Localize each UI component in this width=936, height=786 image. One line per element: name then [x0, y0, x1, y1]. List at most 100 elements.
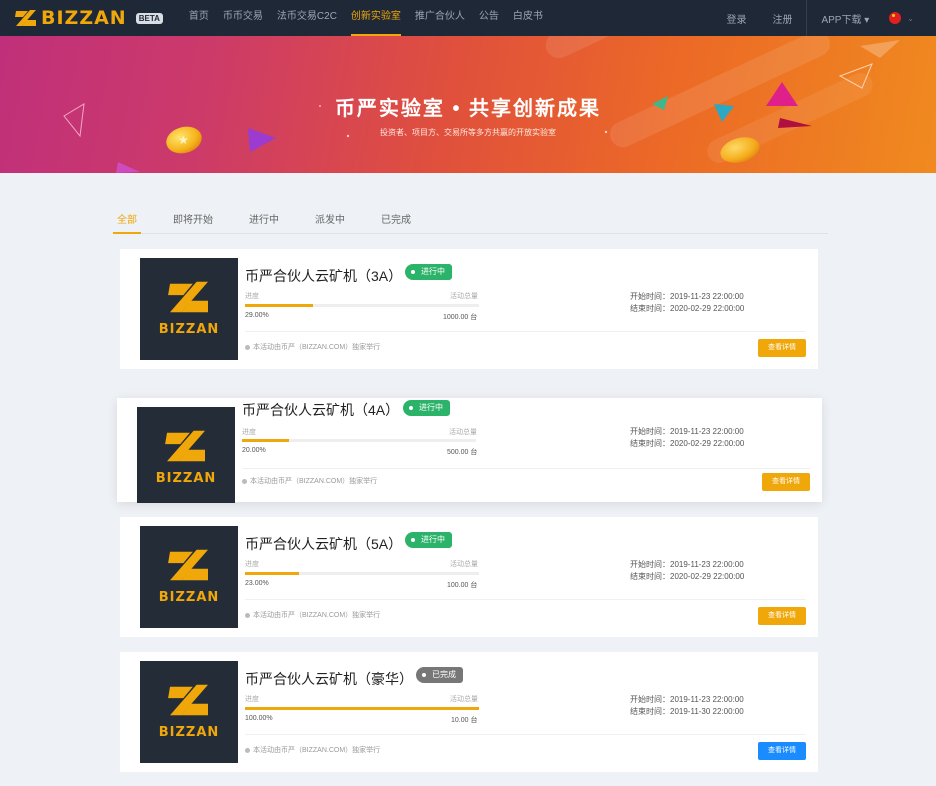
progress-value: 23.00%	[245, 580, 269, 587]
top-nav: BIZZAN BETA 首页 币币交易 法币交易C2C 创新实验室 推广合伙人 …	[0, 0, 936, 36]
nav-item-partner[interactable]: 推广合伙人	[415, 0, 465, 36]
app-download-menu[interactable]: APP下载 ▾	[821, 11, 869, 26]
app-download-label: APP下载	[821, 14, 862, 26]
activity-thumbnail: BIZZAN	[137, 407, 235, 503]
start-time: 开始时间：2019-11-23 22:00:00	[630, 559, 744, 570]
organizer-note: 本活动由币严（BIZZAN.COM）独家举行	[245, 610, 380, 620]
start-time: 开始时间：2019-11-23 22:00:00	[630, 426, 744, 437]
end-time-value: 2020-02-29 22:00:00	[670, 439, 745, 448]
activity-thumbnail: BIZZAN	[140, 526, 238, 628]
activity-title: 币严合伙人云矿机（5A）	[245, 536, 403, 552]
start-time-value: 2019-11-23 22:00:00	[670, 292, 744, 301]
organizer-note: 本活动由币严（BIZZAN.COM）独家举行	[245, 745, 380, 755]
view-details-button[interactable]: 查看详情	[758, 607, 806, 625]
progress-bar-fill	[245, 304, 313, 307]
progress-bar	[245, 304, 479, 307]
progress-bar	[245, 572, 479, 575]
activity-title: 币严合伙人云矿机（豪华）	[245, 671, 413, 687]
start-time-label: 开始时间：	[630, 427, 670, 436]
progress-bar-fill	[245, 572, 299, 575]
nav-right: 登录 注册 APP下载 ▾ ⌄	[726, 0, 936, 36]
start-time-label: 开始时间：	[630, 560, 670, 569]
card-divider	[242, 468, 810, 469]
end-time-label: 结束时间：	[630, 707, 670, 716]
progress-label: 进度	[245, 561, 259, 568]
nav-item-whitepaper[interactable]: 白皮书	[513, 0, 543, 36]
brand-mark-icon	[15, 10, 36, 26]
start-time-value: 2019-11-23 22:00:00	[670, 427, 744, 436]
end-time-label: 结束时间：	[630, 439, 670, 448]
thumbnail-brand-text: BIZZAN	[158, 590, 220, 605]
thumbnail-brand-text: BIZZAN	[155, 471, 217, 486]
activity-card[interactable]: BIZZAN 币严合伙人云矿机（4A） 进行中 进度 活动总量 20.00% 5…	[117, 398, 822, 503]
brand-logo[interactable]: BIZZAN BETA	[14, 7, 163, 29]
tab-all[interactable]: 全部	[113, 210, 141, 234]
start-time-label: 开始时间：	[630, 292, 670, 301]
nav-item-c2c-trading[interactable]: 法币交易C2C	[277, 0, 337, 36]
card-divider	[245, 331, 806, 332]
progress-label: 进度	[245, 696, 259, 703]
progress-label: 进度	[242, 429, 256, 436]
start-time: 开始时间：2019-11-23 22:00:00	[630, 291, 744, 302]
hero-banner: ★ 币严实验室 • 共享创新成果 投资者、项目方、交易所等多方共赢的开放实验室	[0, 36, 936, 173]
language-flag-icon[interactable]	[889, 12, 902, 24]
tab-upcoming[interactable]: 即将开始	[169, 210, 217, 234]
register-link[interactable]: 注册	[772, 11, 792, 26]
progress-label: 进度	[245, 293, 259, 300]
activity-thumbnail: BIZZAN	[140, 661, 238, 763]
start-time-value: 2019-11-23 22:00:00	[670, 695, 744, 704]
total-label: 活动总量	[450, 561, 478, 568]
nav-item-spot-trading[interactable]: 币币交易	[223, 0, 263, 36]
status-badge: 进行中	[405, 532, 452, 548]
total-label: 活动总量	[450, 696, 478, 703]
brand-name: BIZZAN	[41, 7, 127, 29]
banner-subtitle: 投资者、项目方、交易所等多方共赢的开放实验室	[380, 128, 556, 137]
thumbnail-brand-text: BIZZAN	[158, 725, 220, 740]
start-time-value: 2019-11-23 22:00:00	[670, 560, 744, 569]
card-divider	[245, 599, 806, 600]
main-menu: 首页 币币交易 法币交易C2C 创新实验室 推广合伙人 公告 白皮书	[189, 0, 557, 36]
status-badge: 进行中	[403, 400, 450, 416]
organizer-note: 本活动由币严（BIZZAN.COM）独家举行	[242, 476, 377, 486]
chevron-down-icon[interactable]: ⌄	[907, 14, 914, 23]
start-time-label: 开始时间：	[630, 695, 670, 704]
total-value: 500.00 台	[447, 449, 478, 456]
end-time: 结束时间：2020-02-29 22:00:00	[630, 438, 744, 449]
activity-title: 币严合伙人云矿机（3A）	[245, 268, 403, 284]
end-time-value: 2019-11-30 22:00:00	[670, 707, 744, 716]
progress-value: 29.00%	[245, 312, 269, 319]
activity-card[interactable]: BIZZAN 币严合伙人云矿机（豪华） 已完成 进度 活动总量 100.00% …	[120, 652, 818, 772]
end-time: 结束时间：2020-02-29 22:00:00	[630, 303, 744, 314]
view-details-button[interactable]: 查看详情	[762, 473, 810, 491]
organizer-note: 本活动由币严（BIZZAN.COM）独家举行	[245, 342, 380, 352]
tab-distributing[interactable]: 派发中	[311, 210, 349, 234]
login-link[interactable]: 登录	[726, 11, 746, 26]
status-badge: 进行中	[405, 264, 452, 280]
banner-title: 币严实验室 • 共享创新成果	[334, 98, 602, 120]
nav-item-home[interactable]: 首页	[189, 0, 209, 36]
total-label: 活动总量	[449, 429, 477, 436]
total-value: 100.00 台	[447, 582, 478, 589]
end-time-label: 结束时间：	[630, 572, 670, 581]
activity-thumbnail: BIZZAN	[140, 258, 238, 360]
activity-card[interactable]: BIZZAN 币严合伙人云矿机（3A） 进行中 进度 活动总量 29.00% 1…	[120, 249, 818, 369]
activity-title: 币严合伙人云矿机（4A）	[242, 402, 400, 418]
nav-item-announcements[interactable]: 公告	[479, 0, 499, 36]
start-time: 开始时间：2019-11-23 22:00:00	[630, 694, 744, 705]
view-details-button[interactable]: 查看详情	[758, 339, 806, 357]
brand-mark-icon	[165, 430, 205, 462]
end-time: 结束时间：2019-11-30 22:00:00	[630, 706, 744, 717]
progress-bar-fill	[245, 707, 479, 710]
brand-mark-icon	[168, 684, 208, 716]
progress-bar	[242, 439, 476, 442]
end-time-value: 2020-02-29 22:00:00	[670, 304, 745, 313]
tab-in-progress[interactable]: 进行中	[245, 210, 283, 234]
view-details-button[interactable]: 查看详情	[758, 742, 806, 760]
activity-card[interactable]: BIZZAN 币严合伙人云矿机（5A） 进行中 进度 活动总量 23.00% 1…	[120, 517, 818, 637]
thumbnail-brand-text: BIZZAN	[158, 322, 220, 337]
filter-tabs: 全部 即将开始 进行中 派发中 已完成	[113, 210, 828, 234]
total-value: 10.00 台	[451, 717, 478, 724]
nav-item-innovation-lab[interactable]: 创新实验室	[350, 0, 401, 36]
tab-completed[interactable]: 已完成	[377, 210, 415, 234]
brand-mark-icon	[168, 281, 208, 313]
